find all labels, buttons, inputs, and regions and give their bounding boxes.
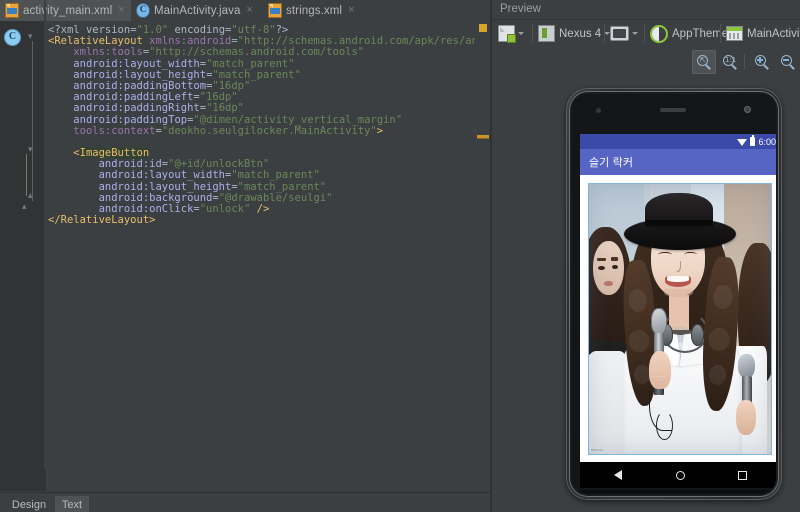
- zoom-to-fit-icon: ⇱: [696, 54, 712, 70]
- tab-label: MainActivity.java: [154, 4, 241, 17]
- activity-label: MainActivity: [747, 27, 800, 40]
- code-line: tools:context="deokho.seulgilocker.MainA…: [73, 124, 384, 137]
- tab-text[interactable]: Text: [55, 496, 89, 512]
- change-marker-stripe[interactable]: [477, 135, 489, 139]
- fold-region-line: [32, 41, 33, 201]
- chevron-down-icon: [518, 32, 524, 35]
- toolbar-separator: [532, 24, 533, 43]
- fold-region-line: [26, 154, 27, 196]
- zoom-to-fit-button[interactable]: ⇱: [692, 50, 716, 74]
- editor-pane: activity_main.xml × C MainActivity.java …: [0, 0, 490, 512]
- home-button[interactable]: [660, 462, 700, 488]
- editor-view-tabs: Design Text: [0, 492, 490, 512]
- phone-screen-glass: 6:00 슬기 락커 SEULGI: [572, 94, 776, 494]
- preview-toolbar: Nexus 4 AppTheme MainActivity: [492, 20, 800, 47]
- front-camera: [744, 106, 751, 113]
- status-bar-icons: 6:00: [737, 134, 776, 149]
- toolbar-device-selector[interactable]: Nexus 4: [538, 23, 611, 44]
- recents-button[interactable]: [722, 462, 762, 488]
- photo-watermark: SEULGI: [591, 448, 604, 452]
- device-icon: [538, 25, 555, 42]
- zoom-actual-size-button[interactable]: 1:1: [718, 50, 742, 74]
- preview-panel-title: Preview: [500, 3, 541, 15]
- wifi-icon: [737, 138, 748, 146]
- home-circle-icon: [675, 470, 685, 480]
- tab-label: activity_main.xml: [23, 4, 113, 17]
- zoom-out-button[interactable]: [776, 50, 800, 74]
- tab-mainactivity-java[interactable]: C MainActivity.java ×: [131, 0, 263, 21]
- toolbar-separator: [604, 24, 605, 43]
- toolbar-configuration[interactable]: [498, 23, 524, 44]
- toolbar-separator: [644, 24, 645, 43]
- xml-file-icon: [268, 3, 282, 18]
- fold-end-icon[interactable]: ▴: [22, 202, 31, 211]
- theme-icon: [650, 24, 668, 43]
- class-marker-icon[interactable]: C: [4, 29, 21, 46]
- java-class-icon: C: [136, 3, 150, 18]
- toolbar-separator: [744, 54, 745, 70]
- tab-close-icon[interactable]: ×: [348, 5, 354, 16]
- chevron-down-icon: [632, 32, 638, 35]
- code-editor-area[interactable]: <?xml version="1.0" encoding="utf-8"?> <R…: [46, 21, 475, 491]
- tab-label: strings.xml: [286, 4, 343, 17]
- configuration-icon: [498, 25, 516, 43]
- fold-end-icon[interactable]: ▴: [28, 191, 37, 200]
- zoom-in-button[interactable]: [750, 50, 774, 74]
- editor-gutter[interactable]: C ▾ ▾ ▴ ▴: [0, 21, 46, 491]
- activity-icon: [726, 26, 743, 41]
- unlock-image-button[interactable]: SEULGI: [588, 183, 772, 455]
- preview-zoom-toolbar: ⇱ 1:1: [492, 48, 800, 78]
- proximity-sensor: [596, 108, 601, 113]
- bottom-speaker: [580, 490, 776, 494]
- zoom-in-icon: [754, 54, 770, 70]
- toolbar-separator: [720, 24, 721, 43]
- source-code: <?xml version="1.0" encoding="utf-8"?> <R…: [48, 24, 475, 227]
- editor-marker-column[interactable]: [476, 21, 490, 491]
- photo-vignette: [589, 184, 771, 454]
- tab-design[interactable]: Design: [5, 496, 53, 512]
- toolbar-activity-selector[interactable]: MainActivity: [726, 23, 800, 44]
- back-button[interactable]: [598, 462, 638, 488]
- code-line: </RelativeLayout>: [48, 214, 156, 227]
- app-screen: 6:00 슬기 락커 SEULGI: [580, 134, 776, 462]
- ide-window: activity_main.xml × C MainActivity.java …: [0, 0, 800, 512]
- zoom-out-icon: [780, 54, 796, 70]
- android-status-bar: 6:00: [580, 134, 776, 149]
- android-navigation-bar: [580, 462, 776, 488]
- toolbar-orientation[interactable]: [610, 23, 638, 44]
- warning-marker-icon[interactable]: [479, 24, 487, 32]
- earpiece-speaker: [660, 108, 686, 112]
- tab-close-icon[interactable]: ×: [246, 5, 252, 16]
- back-triangle-icon: [614, 470, 622, 480]
- app-bar-title: 슬기 락커: [589, 156, 633, 169]
- toolbar-theme-selector[interactable]: AppTheme: [650, 23, 728, 44]
- editor-tab-bar: activity_main.xml × C MainActivity.java …: [0, 0, 490, 21]
- zoom-actual-size-icon: 1:1: [722, 54, 738, 70]
- battery-icon: [750, 135, 756, 146]
- tab-close-icon[interactable]: ×: [118, 5, 124, 16]
- app-content: SEULGI: [580, 175, 776, 462]
- status-bar-time: 6:00: [758, 136, 776, 147]
- recents-square-icon: [737, 470, 747, 480]
- orientation-icon: [610, 26, 629, 41]
- fold-marker-icon[interactable]: ▾: [28, 145, 37, 154]
- device-preview[interactable]: 6:00 슬기 락커 SEULGI: [566, 88, 782, 500]
- app-action-bar: 슬기 락커: [580, 149, 776, 175]
- device-label: Nexus 4: [559, 27, 602, 40]
- tab-strings-xml[interactable]: strings.xml ×: [263, 0, 365, 21]
- tab-activity-main-xml[interactable]: activity_main.xml ×: [0, 0, 131, 21]
- xml-file-icon: [5, 3, 19, 18]
- fold-marker-icon[interactable]: ▾: [28, 32, 37, 41]
